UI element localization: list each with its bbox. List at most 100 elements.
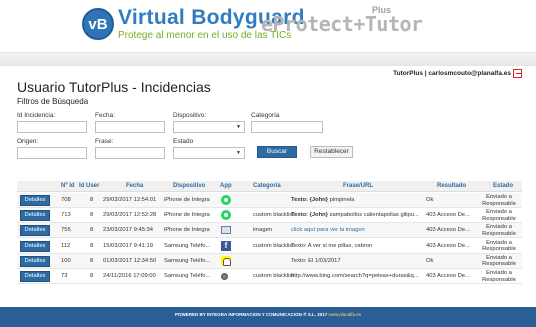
table-row: Detalles 755 8 23/03/2017 9:45:34 iPhone de … (17, 223, 522, 239)
categoria-input[interactable] (251, 121, 323, 133)
col-dispositivo[interactable]: Dispositivo (173, 183, 205, 189)
estado-line1: Enviado a (486, 224, 512, 231)
frase-text: pimpinela (329, 197, 355, 203)
frase-text: zampabollos calientapollas gilipu... (329, 212, 419, 219)
frase-input[interactable] (95, 147, 165, 159)
cell-id: 112 (61, 242, 71, 249)
categoria-label: Categoría (251, 112, 280, 119)
table-row: Detalles 100 8 01/03/2017 12:34:50 Samsung T… (17, 253, 522, 269)
cell-frase-url[interactable]: click aquí para ver la imagen (291, 227, 429, 233)
estado-line1: Enviado a (486, 254, 512, 261)
estado-line2: Responsable (482, 200, 516, 207)
table-row: Detalles 112 8 15/03/2017 9:41:19 Samsung Te… (17, 239, 522, 254)
cell-fecha: 29/03/2017 12:52:28 (103, 212, 157, 219)
frase-text: click aquí para ver la imagen (291, 227, 365, 234)
details-button[interactable]: Detalles (20, 271, 50, 282)
details-button[interactable]: Detalles (20, 210, 50, 222)
cell-estado: Enviado a Responsable (479, 240, 519, 253)
logout-icon[interactable] (513, 69, 522, 78)
estado-select[interactable]: ▼ (173, 147, 245, 159)
details-button[interactable]: Detalles (20, 255, 50, 267)
frase-text: Texto: A ver si me pillas, cabron (291, 242, 373, 249)
cell-frase-url: Texto: {John} pimpinela (291, 197, 429, 203)
origen-input[interactable] (17, 147, 87, 159)
user-info: TutorPlus | carlosmcouto@planalfa.es (393, 70, 511, 77)
cell-estado: Enviado a Responsable (479, 270, 519, 283)
origen-label: Origen: (17, 138, 39, 145)
table-row: Detalles 713 8 29/03/2017 12:52:28 iPhone de… (17, 208, 522, 224)
estado-line1: Enviado a (486, 194, 512, 200)
col-frase-url[interactable]: Frase/URL (343, 183, 373, 189)
chevron-down-icon: ▼ (236, 150, 241, 156)
estado-line2: Responsable (482, 261, 516, 268)
cell-id-user: 8 (90, 197, 94, 203)
cell-resultado: 403 Acceso De... (426, 227, 470, 234)
frase-label: Frase: (95, 138, 114, 145)
col-fecha[interactable]: Fecha (126, 183, 143, 189)
cell-id-user: 8 (90, 227, 94, 234)
cell-fecha: 15/03/2017 9:41:19 (103, 242, 153, 249)
frase-text: http://www.bing.com/search?q=peleas+dura… (291, 273, 419, 279)
estado-line2: Responsable (482, 215, 516, 222)
cell-frase-url: http://www.bing.com/search?q=peleas+dura… (291, 273, 429, 279)
cell-estado: Enviado a Responsable (479, 194, 519, 207)
footer-site[interactable]: www.planalfa.es (329, 312, 362, 317)
col-estado[interactable]: Estado (493, 183, 513, 189)
footer-powered-by: POWERED BY (174, 312, 206, 317)
cell-estado: Enviado a Responsable (479, 255, 519, 268)
cell-frase-url: Texto: A ver si me pillas, cabron (291, 243, 429, 249)
cell-resultado: 403 Acceso De... (426, 273, 470, 279)
frase-text: Texto: El 1/03/2017 (291, 257, 341, 264)
footer: POWERED BY INTEGRA INFORMACION Y COMUNIC… (0, 307, 536, 327)
cell-resultado: 403 Acceso De... (426, 242, 470, 249)
page-title: Usuario TutorPlus - Incidencias (17, 79, 211, 95)
cell-id: 708 (61, 197, 71, 203)
dispositivo-select[interactable]: ▼ (173, 121, 245, 133)
cell-dispositivo: Samsung Teléfo... (164, 242, 211, 249)
snapchat-icon (221, 255, 231, 266)
cell-id: 713 (61, 212, 71, 219)
cell-fecha: 29/03/2017 12:54:01 (103, 197, 157, 203)
cell-id-user: 8 (90, 257, 94, 264)
frase-prefix: Texto: {John} (291, 212, 328, 219)
cell-dispositivo: iPhone de Integra (164, 227, 210, 234)
details-button[interactable]: Detalles (20, 240, 50, 252)
details-button[interactable]: Detalles (20, 195, 50, 206)
product-plus-badge: Plus (372, 5, 392, 15)
fecha-label: Fecha: (95, 112, 115, 119)
cell-id: 755 (61, 227, 71, 234)
whatsapp-icon (221, 210, 231, 221)
chevron-down-icon: ▼ (236, 124, 241, 130)
details-button[interactable]: Detalles (20, 225, 50, 237)
cell-id: 73 (61, 273, 68, 279)
id-incidencia-input[interactable] (17, 121, 87, 133)
cell-fecha: 24/11/2016 17:09:00 (103, 273, 156, 279)
cell-id-user: 8 (90, 273, 94, 279)
cell-frase-url: Texto: {John} zampabollos calientapollas… (291, 212, 429, 218)
cell-dispositivo: Samsung Teléfo... (164, 273, 211, 279)
buscar-button[interactable]: Buscar (257, 146, 297, 158)
col-resultado[interactable]: Resultado (437, 183, 466, 189)
col-id[interactable]: Nº Id (61, 183, 75, 189)
cell-id: 100 (61, 257, 71, 264)
restablecer-button[interactable]: Restablecer (310, 146, 353, 158)
dispositivo-label: Dispositivo: (173, 112, 207, 119)
col-id-user[interactable]: Id User (79, 183, 99, 189)
col-categoria[interactable]: Categoría (253, 183, 281, 189)
cell-fecha: 23/03/2017 9:45:34 (103, 227, 153, 234)
table-row: Detalles 708 8 29/03/2017 12:54:01 iPhone de… (17, 193, 522, 208)
estado-label: Estado (173, 138, 194, 145)
top-bar (0, 52, 536, 66)
cell-resultado: Ok (426, 197, 434, 203)
col-app[interactable]: App (220, 183, 232, 189)
cell-id-user: 8 (90, 212, 94, 219)
cell-fecha: 01/03/2017 12:34:50 (103, 257, 157, 264)
cell-frase-url: Texto: El 1/03/2017 (291, 258, 429, 264)
cell-dispositivo: Samsung Teléfo... (164, 257, 211, 264)
filters-title: Filtros de Búsqueda (17, 97, 89, 106)
virtual-bodyguard-logo: vB (82, 8, 114, 40)
estado-line2: Responsable (482, 230, 516, 237)
image-icon (221, 226, 231, 235)
fecha-input[interactable] (95, 121, 165, 133)
whatsapp-icon (221, 195, 231, 205)
